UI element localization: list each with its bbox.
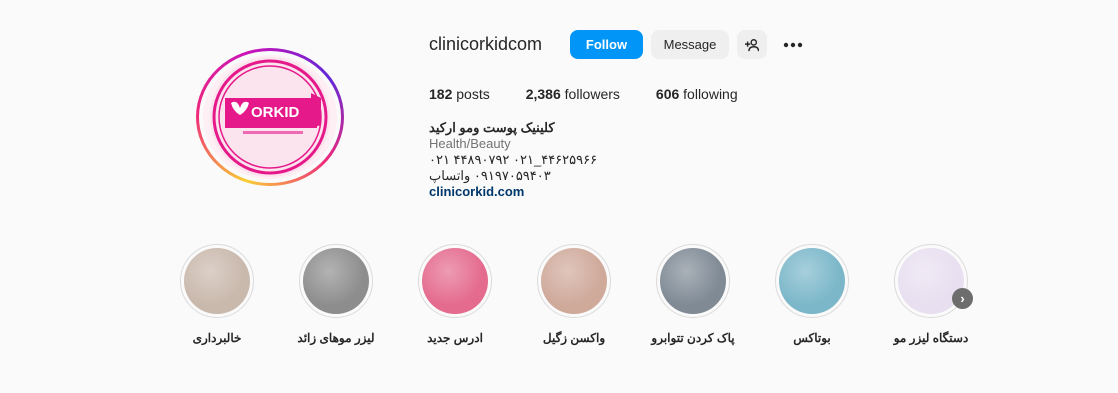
highlight-item[interactable]: ادرس جدید: [395, 244, 515, 345]
highlight-item[interactable]: واکسن زگیل: [514, 244, 634, 345]
bio-category: Health/Beauty: [429, 136, 511, 151]
profile-username: clinicorkidcom: [429, 34, 543, 54]
bio-whatsapp-line: ۰۹۱۹۷۰۵۹۴۰۳ واتساپ: [429, 168, 551, 183]
highlight-item[interactable]: پاک کردن تتوابرو: [633, 244, 753, 345]
highlight-thumbnail: [422, 248, 488, 314]
chevron-right-icon: ›: [960, 291, 965, 306]
highlight-ring: [418, 244, 492, 318]
highlight-thumbnail: [779, 248, 845, 314]
highlight-label: ادرس جدید: [427, 331, 483, 345]
more-options-button[interactable]: [778, 30, 808, 59]
highlight-item[interactable]: بوتاکس: [752, 244, 872, 345]
bio-website-link[interactable]: clinicorkid.com: [429, 184, 524, 199]
following-stat[interactable]: 606 following: [656, 86, 738, 102]
message-button[interactable]: Message: [651, 30, 729, 59]
highlight-ring: [775, 244, 849, 318]
highlight-thumbnail: [660, 248, 726, 314]
follow-button[interactable]: Follow: [570, 30, 643, 59]
profile-stats: 182 posts 2,386 followers 606 following: [429, 86, 774, 102]
highlight-label: واکسن زگیل: [542, 331, 606, 345]
highlights-next-button[interactable]: ›: [952, 288, 973, 309]
highlight-ring: [537, 244, 611, 318]
highlight-label: بوتاکس: [793, 331, 831, 345]
highlight-thumbnail: [184, 248, 250, 314]
highlight-label: خالبرداری: [192, 331, 242, 345]
add-user-icon: [745, 38, 759, 51]
posts-stat: 182 posts: [429, 86, 490, 102]
highlight-label: لیزر موهای زائد: [297, 331, 375, 345]
highlight-ring: [656, 244, 730, 318]
highlight-label: دستگاه لیزر مو: [893, 331, 969, 345]
highlight-item[interactable]: خالبرداری: [157, 244, 277, 345]
avatar-logo-text: ORKID: [251, 104, 300, 121]
highlight-ring: [299, 244, 373, 318]
suggested-accounts-button[interactable]: [737, 30, 767, 59]
avatar-image: ORKID: [203, 55, 337, 179]
profile-avatar[interactable]: ORKID: [196, 48, 344, 186]
highlight-thumbnail: [303, 248, 369, 314]
highlight-item[interactable]: لیزر موهای زائد: [276, 244, 396, 345]
highlight-label: پاک کردن تتوابرو: [651, 331, 735, 345]
profile-bio: کلینیک پوست ومو ارکید Health/Beauty ۰۲۱ …: [429, 120, 629, 200]
followers-stat[interactable]: 2,386 followers: [526, 86, 620, 102]
highlight-thumbnail: [541, 248, 607, 314]
highlight-item[interactable]: دستگاه لیزر مو: [871, 244, 991, 345]
highlight-ring: [180, 244, 254, 318]
bio-phone-line: ۰۲۱ ۴۴۸۹۰۷۹۲ ۰۲۱_۴۴۶۲۵۹۶۶: [429, 152, 598, 167]
bio-full-name: کلینیک پوست ومو ارکید: [429, 120, 555, 135]
story-highlights: خالبرداری لیزر موهای زائد ادرس جدید واکسن ز…: [0, 244, 1118, 354]
more-horizontal-icon: [783, 42, 803, 47]
